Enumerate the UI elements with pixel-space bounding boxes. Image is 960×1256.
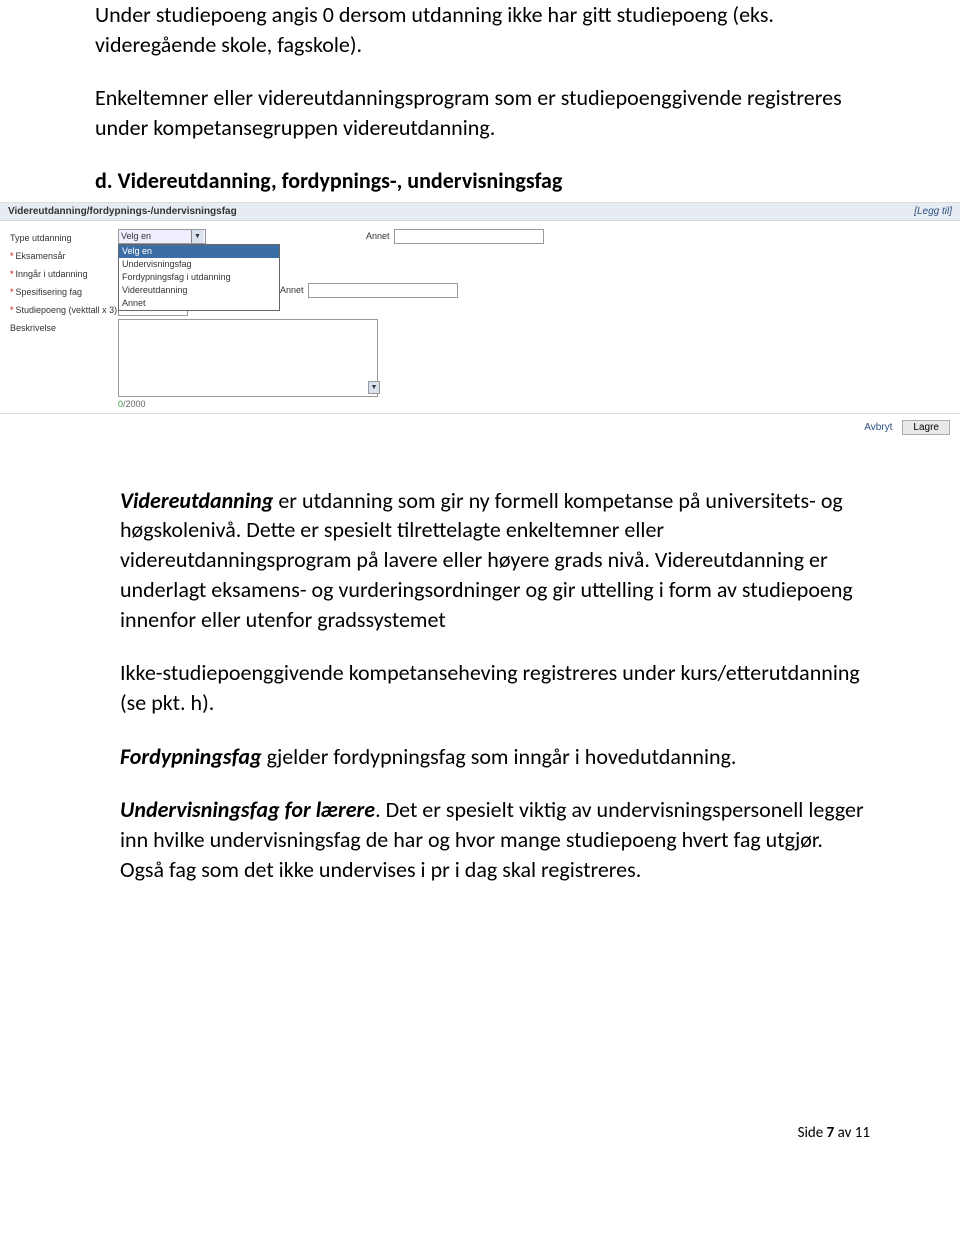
paragraph-fordypningsfag: Fordypningsfag gjelder fordypningsfag so… bbox=[120, 742, 870, 772]
dropdown-option[interactable]: Videreutdanning bbox=[119, 284, 279, 297]
dropdown-option[interactable]: Annet bbox=[119, 297, 279, 310]
type-utdanning-dropdown[interactable]: Velg en Undervisningsfag Fordypningsfag … bbox=[118, 244, 280, 311]
paragraph-videreutdanning: Videreutdanning er utdanning som gir ny … bbox=[120, 486, 870, 634]
label-eksamensar: *Eksamensår bbox=[10, 247, 118, 265]
heading-d: d. Videreutdanning, fordypnings-, underv… bbox=[95, 167, 870, 194]
label-studiepoeng: *Studiepoeng (vekttall x 3) bbox=[10, 301, 118, 319]
label-type: Type utdanning bbox=[10, 229, 118, 247]
dropdown-option[interactable]: Undervisningsfag bbox=[119, 258, 279, 271]
paragraph-undervisningsfag: Undervisningsfag for lærere. Det er spes… bbox=[120, 795, 870, 884]
chevron-down-icon: ▼ bbox=[368, 381, 380, 394]
annet-row-1: Annet bbox=[366, 229, 544, 244]
label-beskrivelse: Beskrivelse bbox=[10, 319, 118, 337]
label-spesifisering: *Spesifisering fag bbox=[10, 283, 118, 301]
label-inngar: *Inngår i utdanning bbox=[10, 265, 118, 283]
beskrivelse-textarea[interactable] bbox=[118, 319, 378, 397]
page-footer: Side 7 av 11 bbox=[0, 1124, 960, 1142]
annet-row-2: Annet bbox=[280, 283, 458, 298]
annet-input-1[interactable] bbox=[394, 229, 544, 244]
form-footer: Avbryt Lagre bbox=[0, 413, 960, 441]
cancel-link[interactable]: Avbryt bbox=[864, 422, 892, 433]
paragraph-studiepoeng: Under studiepoeng angis 0 dersom utdanni… bbox=[95, 0, 870, 59]
save-button[interactable]: Lagre bbox=[902, 420, 950, 435]
paragraph-enkeltemner: Enkeltemner eller videreutdanningsprogra… bbox=[95, 83, 870, 142]
annet-input-2[interactable] bbox=[308, 283, 458, 298]
dropdown-option[interactable]: Fordypningsfag i utdanning bbox=[119, 271, 279, 284]
dropdown-option[interactable]: Velg en bbox=[119, 245, 279, 258]
paragraph-ikke-studiepoeng: Ikke-studiepoenggivende kompetanseheving… bbox=[120, 658, 870, 717]
char-count: 0/2000 bbox=[118, 399, 950, 409]
type-utdanning-select[interactable]: Velg en ▼ bbox=[118, 229, 206, 244]
chevron-down-icon: ▼ bbox=[191, 230, 203, 243]
form-header: Videreutdanning/fordypnings-/undervisnin… bbox=[0, 203, 960, 221]
form-container: Videreutdanning/fordypnings-/undervisnin… bbox=[0, 202, 960, 441]
label-annet-1: Annet bbox=[366, 231, 390, 241]
form-title: Videreutdanning/fordypnings-/undervisnin… bbox=[8, 206, 237, 217]
label-annet-2: Annet bbox=[280, 285, 304, 295]
add-link[interactable]: [Legg til] bbox=[914, 206, 952, 217]
